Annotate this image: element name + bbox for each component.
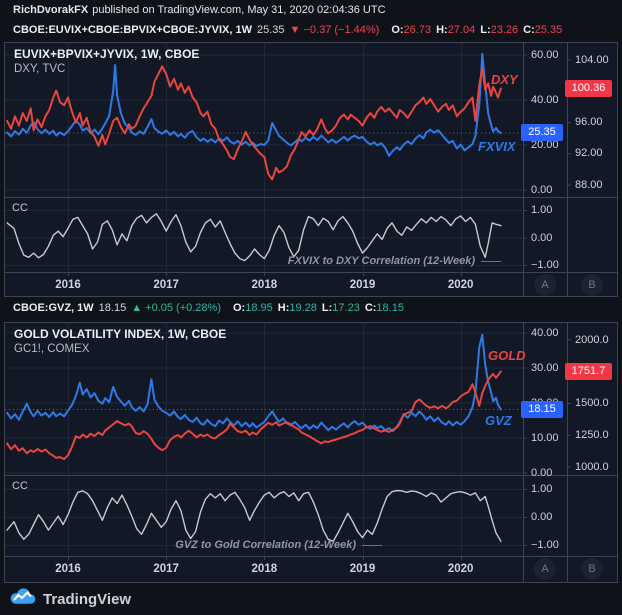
time-axis-year-label: 2020: [447, 279, 474, 291]
axis-tick-label: 1500.0: [575, 397, 609, 409]
open-value: 26.73: [403, 24, 432, 36]
fx-volatility-chart: EUVIX+BPVIX+JYVIX, 1W, CBOE DXY, TVC CC …: [4, 42, 618, 297]
series-label-dxy: DXY: [491, 72, 518, 87]
axis-tick-label: 10.00: [531, 431, 559, 444]
last-price-badge: 18.15: [521, 400, 563, 418]
series-label-gvz: GVZ: [485, 413, 512, 428]
symbol-info-bar-fx: CBOE:EUVIX+CBOE:BPVIX+CBOE:JYVIX, 1W 25.3…: [13, 24, 562, 36]
time-axis-year-label: 2016: [55, 563, 81, 575]
price-scale-a-button[interactable]: A: [534, 558, 556, 580]
axis-tick-label: 96.00: [575, 116, 603, 128]
symbol-name: CBOE:EUVIX+CBOE:BPVIX+CBOE:JYVIX, 1W: [13, 24, 252, 36]
pane-title: EUVIX+BPVIX+JYVIX, 1W, CBOE: [14, 47, 200, 61]
price-scale-b-button[interactable]: B: [581, 274, 603, 296]
price-scale-b-button[interactable]: B: [581, 558, 603, 580]
high-value: 27.04: [447, 24, 476, 36]
time-axis-year-label: 2017: [153, 563, 179, 575]
pane-subtitle: DXY, TVC: [14, 63, 66, 75]
time-axis-year-label: 2018: [251, 279, 278, 291]
axis-tick-label: 104.00: [575, 53, 609, 66]
axis-tick-label: 40.00: [531, 326, 559, 339]
last-price-badge: 25.35: [521, 124, 563, 142]
symbol-name: CBOE:GVZ, 1W: [13, 302, 94, 314]
last-price: 18.15: [98, 302, 127, 314]
series-line-fxvix-to-dxy-correlation: [6, 213, 502, 262]
close-value: 25.35: [534, 24, 563, 36]
series-line-fxvix: [6, 52, 502, 157]
low-value: 17.23: [332, 302, 360, 314]
low-label: L:: [321, 302, 333, 314]
price-change: ▼ −0.37 (−1.44%): [289, 24, 380, 36]
series-label-fxvix: FXVIX: [478, 139, 516, 154]
symbol-info-bar-gvz: CBOE:GVZ, 1W 18.15 ▲ +0.05 (+0.28%) O:18.95…: [13, 302, 404, 314]
axis-tick-label: 88.00: [575, 178, 603, 191]
series-label-gold: GOLD: [488, 348, 526, 363]
price-scale-a-button[interactable]: A: [534, 274, 556, 296]
publish-credit-line: RichDvorakFX published on TradingView.com…: [13, 4, 386, 16]
axis-tick-label: 0.00: [531, 231, 553, 244]
axis-tick-label: 2000.0: [575, 333, 609, 346]
tradingview-snapshot: RichDvorakFX published on TradingView.com…: [0, 0, 622, 615]
axis-tick-label: 0.00: [531, 183, 553, 196]
tradingview-brand-text[interactable]: TradingView: [43, 591, 131, 608]
open-label: O:: [391, 24, 404, 36]
close-label: C:: [523, 24, 535, 36]
axis-tick-label: 1250.0: [575, 428, 609, 441]
correlation-annotation: FXVIX to DXY Correlation (12-Week): [288, 255, 501, 267]
axis-tick-label: 1.00: [531, 204, 553, 216]
correlation-pane-label: CC: [12, 202, 28, 214]
author-name: RichDvorakFX: [13, 4, 89, 16]
pane-subtitle: GC1!, COMEX: [14, 343, 90, 355]
time-axis-year-label: 2019: [349, 279, 376, 291]
gold-volatility-chart: GOLD VOLATILITY INDEX, 1W, CBOE GC1!, CO…: [4, 322, 618, 583]
publish-info: published on TradingView.com, May 31, 20…: [92, 4, 386, 16]
series-line-dxy: [6, 65, 502, 181]
high-label: H:: [277, 302, 290, 314]
high-label: H:: [436, 24, 448, 36]
axis-tick-label: 60.00: [531, 48, 559, 61]
last-price: 25.35: [257, 24, 285, 36]
axis-tick-label: 92.00: [575, 147, 603, 160]
last-price-badge: 1751.7: [565, 363, 612, 381]
time-axis-year-label: 2018: [251, 563, 278, 575]
time-axis-year-label: 2017: [153, 279, 179, 291]
close-value: 18.15: [376, 302, 404, 314]
low-value: 23.26: [490, 24, 519, 36]
axis-tick-label: 1.00: [531, 483, 553, 495]
axis-tick-label: 1000.0: [575, 460, 609, 473]
close-label: C:: [364, 302, 377, 314]
axis-tick-label: 40.00: [531, 93, 559, 106]
low-label: L:: [480, 24, 491, 36]
open-value: 18.95: [245, 302, 273, 314]
tradingview-logo-icon: [10, 588, 36, 610]
axis-tick-label: −1.00: [531, 539, 559, 551]
axis-tick-label: 0.00: [531, 511, 553, 523]
correlation-annotation: GVZ to Gold Correlation (12-Week): [175, 539, 382, 551]
series-line-gvz-to-gold-correlation: [6, 489, 502, 543]
axis-tick-label: 0.00: [531, 466, 553, 479]
time-axis-year-label: 2019: [349, 563, 376, 575]
axis-tick-label: −1.00: [531, 259, 559, 271]
last-price-badge: 100.36: [565, 79, 612, 97]
open-label: O:: [232, 302, 246, 314]
pane-title: GOLD VOLATILITY INDEX, 1W, CBOE: [14, 327, 227, 341]
price-change: ▲ +0.05 (+0.28%): [131, 302, 221, 314]
correlation-pane-label: CC: [12, 480, 28, 492]
high-value: 19.28: [289, 302, 317, 314]
time-axis-year-label: 2020: [447, 563, 474, 575]
time-axis-year-label: 2016: [55, 279, 81, 291]
footer: TradingView: [10, 588, 131, 610]
axis-tick-label: 30.00: [531, 361, 559, 374]
